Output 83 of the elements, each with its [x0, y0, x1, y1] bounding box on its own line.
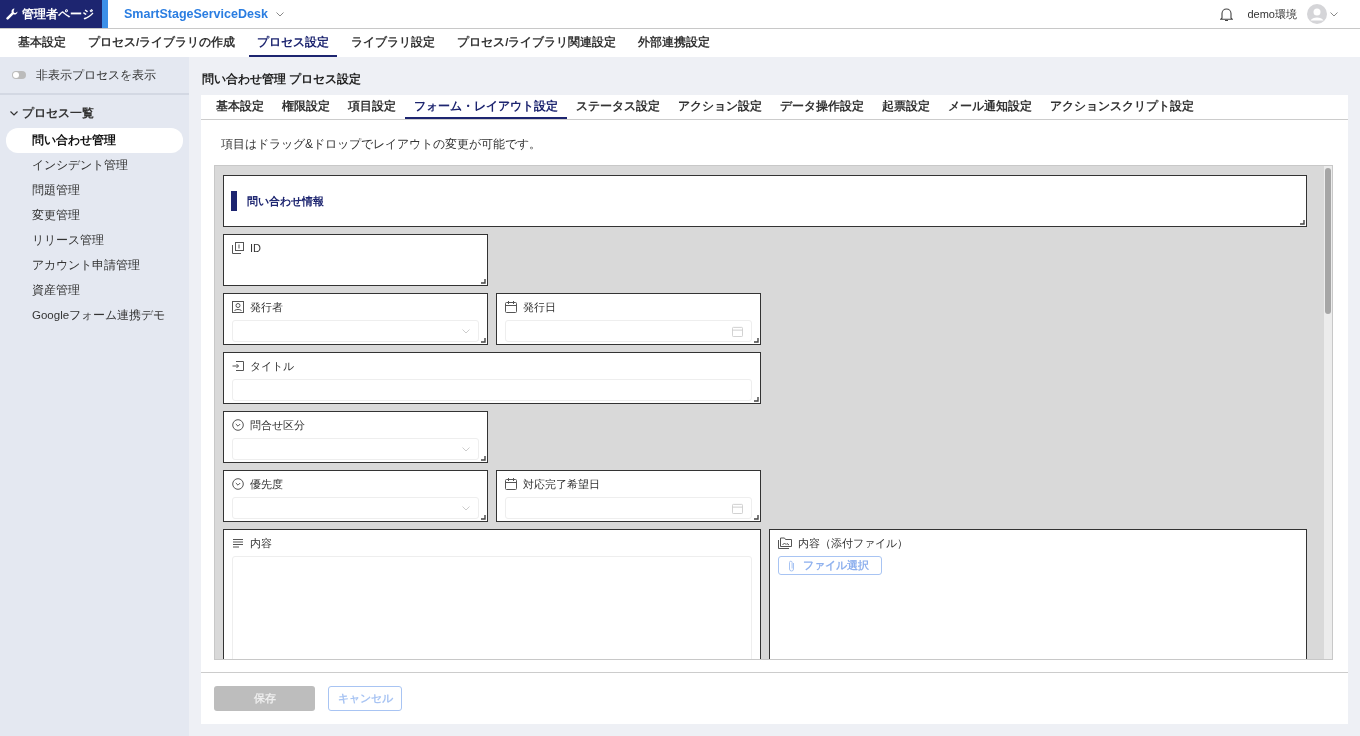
chevron-circle-icon — [232, 478, 244, 490]
chevron-icon[interactable] — [10, 111, 18, 116]
resize-handle-icon[interactable] — [481, 279, 486, 284]
sidebar-item[interactable]: Googleフォーム連携デモ — [6, 303, 183, 328]
instruction-text: 項目はドラッグ&ドロップでレイアウトの変更が可能です。 — [220, 136, 542, 150]
section-header-card[interactable]: 問い合わせ情報 — [223, 175, 1307, 227]
calendar-icon — [505, 301, 517, 313]
tab[interactable]: 権限設定 — [273, 95, 339, 119]
tab[interactable]: ライブラリ設定 — [343, 29, 444, 57]
field-label: 内容 — [250, 535, 272, 551]
field-label: タイトル — [250, 358, 294, 374]
tab[interactable]: 基本設定 — [207, 95, 273, 119]
caret-icon[interactable] — [1330, 11, 1338, 17]
chevron-circle-icon — [232, 419, 244, 431]
environment-label: demo環境 — [1247, 6, 1297, 22]
resize-handle-icon[interactable] — [754, 397, 759, 402]
toggle-label: 非表示プロセスを表示 — [36, 67, 156, 83]
resize-handle-icon[interactable] — [481, 456, 486, 461]
caret-icon — [462, 505, 470, 511]
sidebar-item[interactable]: リリース管理 — [6, 228, 183, 253]
page-title: 問い合わせ管理 プロセス設定 — [201, 71, 363, 87]
toggle-switch[interactable] — [12, 71, 26, 79]
tab[interactable]: 外部連携設定 — [630, 29, 719, 57]
caret-icon — [462, 328, 470, 334]
field-label: 優先度 — [250, 476, 283, 492]
tab[interactable]: プロセス/ライブラリの作成 — [80, 29, 244, 57]
field-label: 内容（添付ファイル） — [798, 535, 908, 551]
tab[interactable]: 項目設定 — [339, 95, 405, 119]
field-label: 対応完了希望日 — [523, 476, 600, 492]
field-card[interactable]: 内容（添付ファイル） ファイル選択 — [769, 529, 1307, 659]
calendar-icon — [505, 478, 517, 490]
caret-icon — [462, 446, 470, 452]
resize-handle-icon[interactable] — [481, 515, 486, 520]
tab[interactable]: ステータス設定 — [567, 95, 669, 119]
field-card[interactable]: 問合せ区分 — [223, 411, 488, 463]
tab[interactable]: アクションスクリプト設定 — [1041, 95, 1203, 119]
sidebar-item[interactable]: 問題管理 — [6, 178, 183, 203]
field-card[interactable]: タイトル — [223, 352, 761, 404]
field-label: 発行日 — [523, 299, 556, 315]
field-label: 発行者 — [250, 299, 283, 315]
scrollbar-thumb[interactable] — [1325, 168, 1331, 314]
resize-handle-icon[interactable] — [1300, 220, 1305, 225]
field-card[interactable]: 内容 — [223, 529, 761, 659]
tab[interactable]: プロセス設定 — [249, 29, 338, 57]
calendar-icon — [732, 325, 743, 337]
field-label: 問合せ区分 — [250, 417, 305, 433]
sidebar-item[interactable]: 変更管理 — [6, 203, 183, 228]
resize-handle-icon[interactable] — [481, 338, 486, 343]
sidebar-item[interactable]: 資産管理 — [6, 278, 183, 303]
sidebar-item[interactable]: アカウント申請管理 — [6, 253, 183, 278]
input-icon — [232, 360, 244, 372]
process-list-heading[interactable]: プロセス一覧 — [22, 105, 94, 122]
resize-handle-icon[interactable] — [754, 515, 759, 520]
tab[interactable]: プロセス/ライブラリ関連設定 — [449, 29, 625, 57]
person-card-icon — [232, 301, 244, 313]
paperclip-icon — [788, 559, 795, 572]
field-card[interactable]: 対応完了希望日 — [496, 470, 761, 522]
wrench-icon — [6, 8, 18, 20]
section-title: 問い合わせ情報 — [247, 193, 324, 209]
tab[interactable]: 起票設定 — [873, 95, 939, 119]
resize-handle-icon[interactable] — [754, 338, 759, 343]
admin-page-label[interactable]: 管理者ページ — [0, 0, 108, 28]
tab[interactable]: メール通知設定 — [939, 95, 1041, 119]
accent-bar — [231, 191, 237, 211]
sidebar-item[interactable]: インシデント管理 — [6, 153, 183, 178]
lines-icon — [232, 537, 244, 549]
bell-icon[interactable] — [1220, 6, 1234, 22]
id-icon — [232, 242, 244, 254]
app-name[interactable]: SmartStageServiceDesk — [124, 7, 268, 21]
calendar-icon — [732, 502, 743, 514]
image-folder-icon — [778, 537, 792, 549]
sidebar-item[interactable]: 問い合わせ管理 — [6, 128, 183, 153]
admin-page-title: 管理者ページ — [22, 5, 94, 23]
tab[interactable]: データ操作設定 — [771, 95, 873, 119]
field-card[interactable]: 優先度 — [223, 470, 488, 522]
field-card[interactable]: 発行日 — [496, 293, 761, 345]
tab[interactable]: フォーム・レイアウト設定 — [405, 95, 567, 119]
caret-icon[interactable] — [275, 11, 284, 17]
tab[interactable]: 基本設定 — [10, 29, 74, 57]
field-card[interactable]: ID — [223, 234, 488, 286]
field-label: ID — [250, 242, 261, 254]
tab[interactable]: アクション設定 — [669, 95, 771, 119]
field-card[interactable]: 発行者 — [223, 293, 488, 345]
